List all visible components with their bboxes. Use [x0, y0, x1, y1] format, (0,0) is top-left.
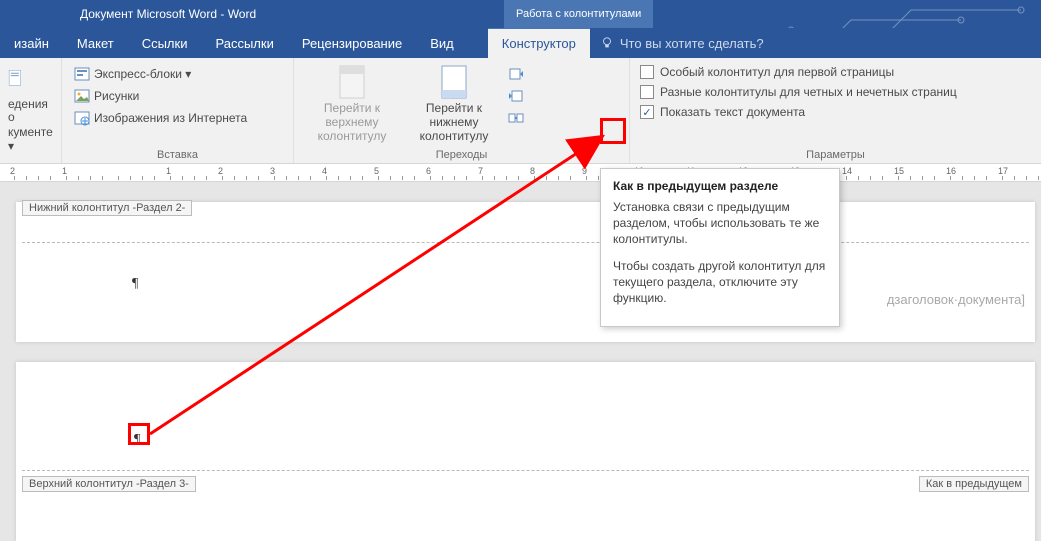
annotation-highlight-target	[128, 423, 150, 445]
tab-constructor[interactable]: Конструктор	[488, 28, 590, 58]
checkbox-different-odd-even[interactable]: Разные колонтитулы для четных и нечетных…	[638, 84, 1033, 100]
group-insert: Экспресс-блоки ▾ Рисунки Изображения из …	[62, 58, 294, 163]
link-to-previous-badge: Как в предыдущем	[919, 476, 1029, 492]
prev-section-icon	[508, 66, 524, 82]
ruler-tick: 1	[62, 166, 67, 176]
ruler-tick: 17	[998, 166, 1008, 176]
quick-parts-button[interactable]: Экспресс-блоки ▾	[70, 64, 285, 84]
ruler-tick: 5	[374, 166, 379, 176]
doc-info-line1: едения о	[8, 98, 53, 124]
ruler-tick: 2	[218, 166, 223, 176]
group-navigation: Перейти к верхнему колонтитулу Перейти к…	[294, 58, 630, 163]
ruler-tick: 1	[166, 166, 171, 176]
goto-footer-icon	[438, 64, 470, 100]
group-insert-label: Вставка	[62, 149, 293, 161]
page-section-3: ¶ Верхний колонтитул -Раздел 3- Как в пр…	[16, 362, 1035, 541]
ruler-tick: 14	[842, 166, 852, 176]
checkbox-icon	[640, 65, 654, 79]
tell-me-box[interactable]: Что вы хотите сделать?	[590, 28, 774, 58]
document-info-icon	[8, 62, 24, 96]
header-placeholder-text: дзаголовок·документа]	[887, 292, 1025, 307]
lightbulb-icon	[600, 36, 614, 50]
tab-design[interactable]: изайн	[0, 28, 63, 58]
footer-section-2-label: Нижний колонтитул -Раздел 2-	[22, 200, 192, 216]
quick-parts-icon	[74, 66, 90, 82]
link-to-previous-button[interactable]	[506, 108, 526, 128]
group-navigation-label: Переходы	[294, 149, 629, 161]
goto-header-icon	[336, 64, 368, 100]
ruler-tick: 6	[426, 166, 431, 176]
document-canvas: Нижний колонтитул -Раздел 2- ¶ дзаголово…	[0, 182, 1041, 541]
horizontal-ruler[interactable]: 2112345678910111213141516171819	[0, 164, 1041, 182]
checkbox-show-document-text[interactable]: ✓ Показать текст документа	[638, 104, 1033, 120]
contextual-tab-headerfooter: Работа с колонтитулами	[504, 0, 653, 28]
tab-mailings[interactable]: Рассылки	[201, 28, 287, 58]
ruler-tick: 7	[478, 166, 483, 176]
tab-layout[interactable]: Макет	[63, 28, 128, 58]
tooltip-paragraph-1: Установка связи с предыдущим разделом, ч…	[613, 199, 827, 248]
online-pictures-button[interactable]: Изображения из Интернета	[70, 108, 285, 128]
title-bar: Документ Microsoft Word - Word Работа с …	[0, 0, 1041, 28]
checkbox-icon	[640, 85, 654, 99]
page-section-2: Нижний колонтитул -Раздел 2- ¶ дзаголово…	[16, 202, 1035, 342]
tab-review[interactable]: Рецензирование	[288, 28, 416, 58]
goto-header-button: Перейти к верхнему колонтитулу	[302, 62, 402, 145]
ruler-tick: 4	[322, 166, 327, 176]
online-pictures-icon	[74, 110, 90, 126]
tab-references[interactable]: Ссылки	[128, 28, 202, 58]
annotation-highlight-source	[600, 118, 626, 144]
link-to-previous-icon	[508, 110, 524, 126]
ruler-tick: 2	[10, 166, 15, 176]
next-section-button[interactable]	[506, 86, 526, 106]
group-document-info: едения о кументе ▾	[0, 58, 62, 163]
checkbox-different-first-page[interactable]: Особый колонтитул для первой страницы	[638, 64, 1033, 80]
doc-info-line2[interactable]: кументе ▾	[8, 126, 53, 152]
tooltip-paragraph-2: Чтобы создать другой колонтитул для теку…	[613, 258, 827, 307]
checkbox-icon-checked: ✓	[640, 105, 654, 119]
group-options-label: Параметры	[630, 149, 1041, 161]
ribbon-tabs: изайн Макет Ссылки Рассылки Рецензирован…	[0, 28, 1041, 58]
tooltip-title: Как в предыдущем разделе	[613, 179, 827, 193]
goto-footer-button[interactable]: Перейти к нижнему колонтитулу	[404, 62, 504, 145]
pictures-button[interactable]: Рисунки	[70, 86, 285, 106]
window-title: Документ Microsoft Word - Word	[80, 7, 256, 21]
ruler-tick: 9	[582, 166, 587, 176]
next-section-icon	[508, 88, 524, 104]
ruler-tick: 3	[270, 166, 275, 176]
prev-section-button[interactable]	[506, 64, 526, 84]
ruler-tick: 16	[946, 166, 956, 176]
pictures-icon	[74, 88, 90, 104]
header-section-3-label: Верхний колонтитул -Раздел 3-	[22, 476, 196, 492]
tell-me-placeholder: Что вы хотите сделать?	[620, 36, 764, 51]
tab-view[interactable]: Вид	[416, 28, 468, 58]
tooltip-link-to-previous: Как в предыдущем разделе Установка связи…	[600, 168, 840, 327]
group-options: Особый колонтитул для первой страницы Ра…	[630, 58, 1041, 163]
pilcrow-mark: ¶	[132, 276, 138, 292]
nav-small-buttons	[506, 64, 526, 128]
ribbon: едения о кументе ▾ Экспресс-блоки ▾ Рису…	[0, 58, 1041, 164]
ruler-tick: 8	[530, 166, 535, 176]
ruler-tick: 15	[894, 166, 904, 176]
